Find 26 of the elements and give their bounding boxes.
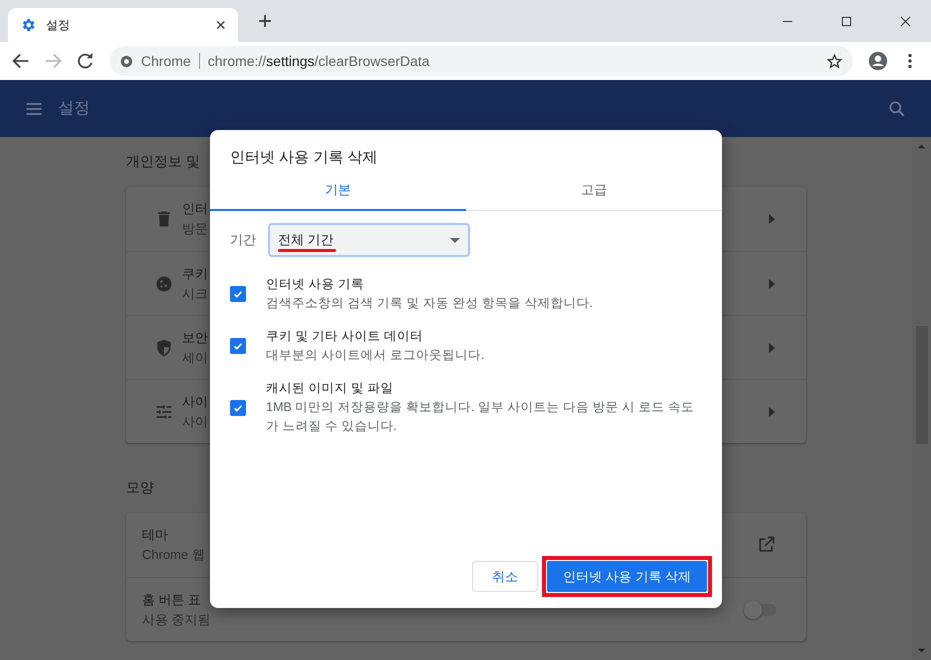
row-title: 보안 [182,328,208,346]
row-title: 테마 [142,526,169,544]
option-description: 검색주소창의 검색 기록 및 자동 완성 항목을 삭제합니다. [266,295,594,312]
settings-title: 설정 [58,99,90,119]
row-title: 쿠키 [182,264,208,282]
url-text: chrome://settings/clearBrowserData [208,53,430,69]
row-subtitle: 사이 [182,412,208,430]
section-title: 모양 [126,478,154,497]
option-title: 캐시된 이미지 및 파일 [266,380,394,397]
period-label: 기간 [230,231,256,249]
row-title: 홈 버튼 표 [142,590,202,608]
row-subtitle: Chrome 웹 [142,546,205,564]
origin-label: Chrome [141,53,191,69]
row-subtitle: 방문 [182,220,208,238]
row-subtitle: 시크 [182,284,208,302]
option-title: 인터넷 사용 기록 [266,276,365,293]
row-subtitle: 세이 [182,348,208,366]
option-title: 쿠키 및 기타 사이트 데이터 [266,328,424,345]
option-description: 대부분의 사이트에서 로그아웃됩니다. [266,347,486,364]
row-title: 인터 [182,200,208,218]
section-title: 개인정보 및 [126,152,200,171]
row-subtitle: 사용 중지됨 [142,610,211,628]
tab-title: 설정 [46,16,71,34]
dialog-title: 인터넷 사용 기록 삭제 [229,148,379,168]
row-title: 사이 [182,392,208,410]
option-description: 1MB 미만의 저장용량을 확보합니다. 일부 사이트는 다음 방문 시 로드 속도가 느려질 수 있습니다. [266,399,695,435]
